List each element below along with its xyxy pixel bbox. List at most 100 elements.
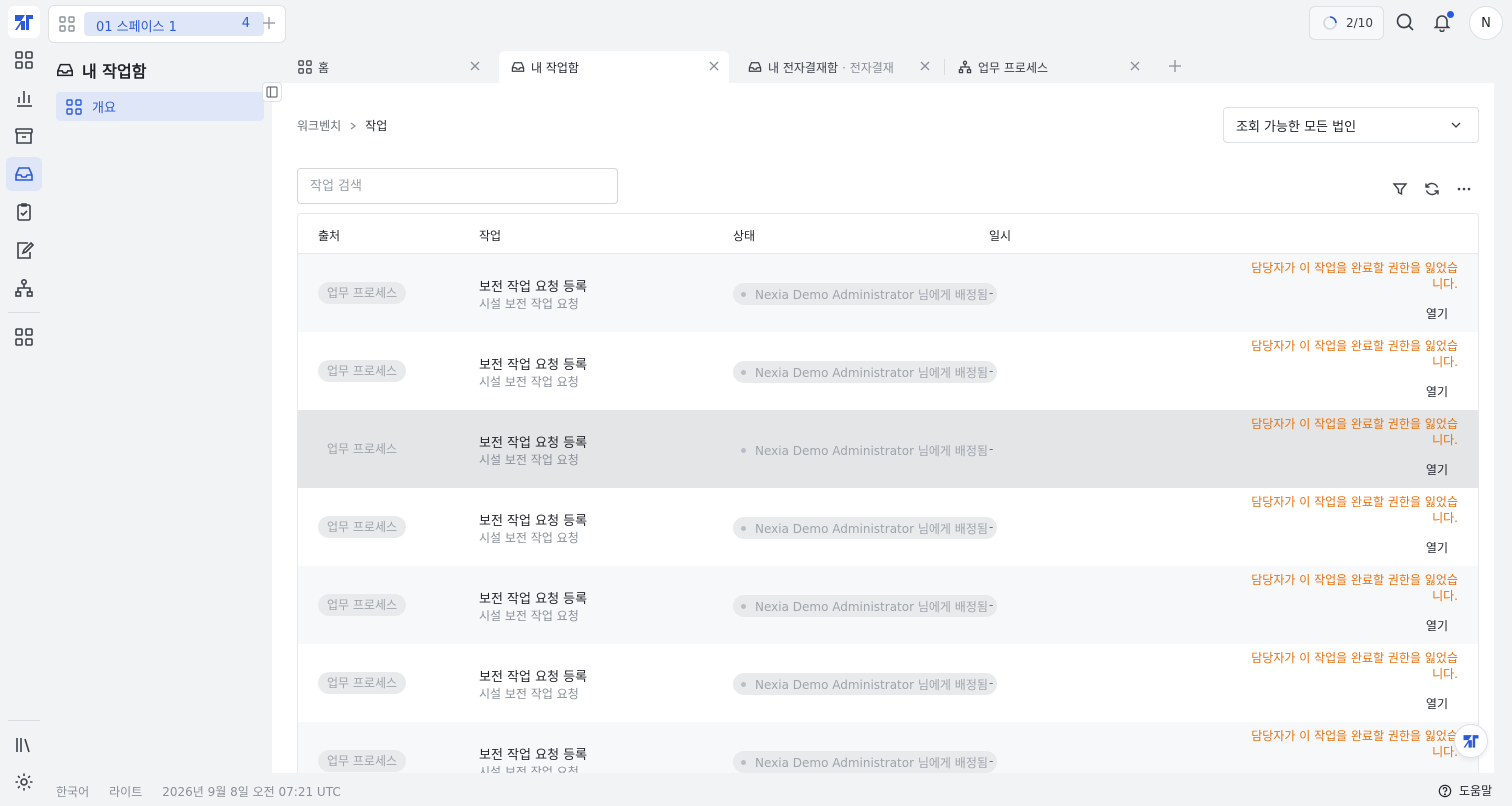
status-text: Nexia Demo Administrator 님에게 배정됨 [755,599,988,614]
grid-icon[interactable] [6,320,42,354]
permission-warning: 담당자가 이 작업을 완료할 권한을 잃었습니다. [1251,339,1458,369]
table-row[interactable]: 업무 프로세스 보전 작업 요청 등록 시설 보전 작업 요청 Nexia De… [298,254,1478,332]
column-header-date[interactable]: 일시 [989,227,1011,244]
breadcrumb-root[interactable]: 워크벤치 [297,117,341,134]
app-logo-icon [1463,735,1479,748]
task-date: - [989,754,994,768]
table-row[interactable]: 업무 프로세스 보전 작업 요청 등록 시설 보전 작업 요청 Nexia De… [298,644,1478,722]
column-header-task[interactable]: 작업 [479,227,501,244]
table-row[interactable]: 업무 프로세스 보전 작업 요청 등록 시설 보전 작업 요청 Nexia De… [298,488,1478,566]
more-icon[interactable] [1456,181,1472,197]
close-icon[interactable] [1130,61,1140,71]
open-link[interactable]: 열기 [1426,695,1448,712]
apps-icon[interactable] [6,43,42,77]
open-link[interactable]: 열기 [1426,461,1448,478]
avatar[interactable]: N [1469,6,1503,40]
entity-select-value: 조회 가능한 모든 법인 [1236,119,1357,135]
search-icon[interactable] [1395,12,1415,32]
status-badge: Nexia Demo Administrator 님에게 배정됨 [733,595,997,617]
add-tab-icon[interactable] [1168,59,1182,73]
settings-icon[interactable] [6,765,42,799]
task-table: 출처 작업 상태 일시 업무 프로세스 보전 작업 요청 등록 시설 보전 작업… [297,213,1479,773]
task-check-icon[interactable] [6,195,42,229]
help-label: 도움말 [1459,784,1493,798]
space-name: 01 스페이스 1 [96,20,177,35]
status-badge: Nexia Demo Administrator 님에게 배정됨 [733,517,997,539]
status-text: Nexia Demo Administrator 님에게 배정됨 [755,521,988,536]
footer: 한국어 라이트 2026년 9월 8일 오전 07:21 UTC [56,783,341,800]
progress-text: 2/10 [1346,16,1373,30]
chart-icon[interactable] [6,81,42,115]
source-badge: 업무 프로세스 [318,672,407,694]
theme-selector[interactable]: 라이트 [109,783,142,800]
refresh-icon[interactable] [1424,181,1440,197]
app-logo[interactable] [8,6,40,38]
process-icon [958,60,972,74]
assistant-launcher[interactable] [1454,724,1488,758]
rail-divider [8,720,40,721]
spaces-grid-icon[interactable] [59,16,75,32]
status-text: Nexia Demo Administrator 님에게 배정됨 [755,287,988,302]
status-text: Nexia Demo Administrator 님에게 배정됨 [755,443,988,458]
tab-my-tasks[interactable]: 내 작업함 [499,51,729,83]
tab-label: 내 작업함 [531,60,579,75]
main-content: 워크벤치 작업 조회 가능한 모든 법인 출처 작업 상태 일시 업무 프로세스… [272,83,1494,773]
space-tab[interactable]: 01 스페이스 1 4 [84,12,264,36]
table-row[interactable]: 업무 프로세스 보전 작업 요청 등록 시설 보전 작업 요청 Nexia De… [298,332,1478,410]
tab-e-approval[interactable]: 내 전자결재함 · 전자결재 [736,51,940,83]
task-subtitle: 시설 보전 작업 요청 [479,297,579,311]
task-title: 보전 작업 요청 등록 [479,436,588,451]
task-subtitle: 시설 보전 작업 요청 [479,765,579,773]
overview-grid-icon [66,98,82,115]
table-row[interactable]: 업무 프로세스 보전 작업 요청 등록 시설 보전 작업 요청 Nexia De… [298,410,1478,488]
task-title: 보전 작업 요청 등록 [479,358,588,373]
task-date: - [989,442,994,456]
tab-home[interactable]: 홈 [286,51,490,83]
spinner-icon [1323,16,1337,30]
side-panel-title: 내 작업함 [56,58,146,82]
column-header-status[interactable]: 상태 [733,227,755,244]
source-badge: 업무 프로세스 [318,282,407,304]
task-date: - [989,598,994,612]
open-link[interactable]: 열기 [1426,617,1448,634]
status-badge: Nexia Demo Administrator 님에게 배정됨 [733,283,997,305]
rail-divider [8,312,40,313]
column-header-source[interactable]: 출처 [318,227,340,244]
breadcrumb-current: 작업 [365,119,388,133]
close-icon[interactable] [920,61,930,71]
open-link[interactable]: 열기 [1426,305,1448,322]
inbox-icon[interactable] [6,157,42,191]
task-title: 보전 작업 요청 등록 [479,748,588,763]
process-icon[interactable] [6,271,42,305]
task-subtitle: 시설 보전 작업 요청 [479,453,579,467]
task-title: 보전 작업 요청 등록 [479,592,588,607]
inbox-icon [57,63,73,77]
close-icon[interactable] [709,61,719,71]
task-date: - [989,676,994,690]
library-icon[interactable] [6,728,42,762]
open-link[interactable]: 열기 [1426,539,1448,556]
status-text: Nexia Demo Administrator 님에게 배정됨 [755,755,988,770]
entity-select[interactable]: 조회 가능한 모든 법인 [1223,107,1479,143]
help-link[interactable]: 도움말 [1438,782,1492,799]
table-row[interactable]: 업무 프로세스 보전 작업 요청 등록 시설 보전 작업 요청 Nexia De… [298,566,1478,644]
filter-icon[interactable] [1392,181,1408,197]
job-progress[interactable]: 2/10 [1309,6,1384,40]
status-dot [741,603,746,609]
archive-icon[interactable] [6,119,42,153]
sidebar-item-overview[interactable]: 개요 [56,92,264,121]
tab-divider [944,59,945,75]
close-icon[interactable] [470,61,480,71]
open-link[interactable]: 열기 [1426,383,1448,400]
language-selector[interactable]: 한국어 [56,783,89,800]
table-row[interactable]: 업무 프로세스 보전 작업 요청 등록 시설 보전 작업 요청 Nexia De… [298,722,1478,773]
tab-business-process[interactable]: 업무 프로세스 [946,51,1150,83]
collapse-panel-icon[interactable] [262,82,282,102]
approval-icon[interactable] [6,233,42,267]
source-badge: 업무 프로세스 [327,442,398,456]
search-input[interactable] [297,168,618,204]
task-subtitle: 시설 보전 작업 요청 [479,531,579,545]
footer-datetime: 2026년 9월 8일 오전 07:21 UTC [162,785,341,799]
chevron-right-icon [350,122,357,129]
add-space-icon[interactable] [261,15,277,31]
